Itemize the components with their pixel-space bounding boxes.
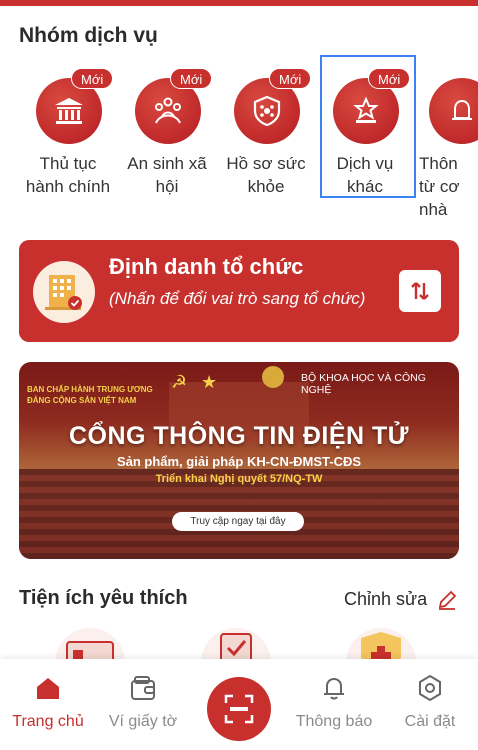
nav-home-label: Trang chủ <box>12 713 84 730</box>
edit-favorites-link[interactable]: Chỉnh sửa <box>344 589 427 610</box>
wallet-icon <box>131 676 155 700</box>
service-label-line2: từ cơ <box>419 177 460 196</box>
top-strip <box>0 0 478 6</box>
new-badge: Mới <box>170 68 213 89</box>
nav-settings[interactable]: Cài đặt <box>380 673 478 731</box>
service-label-line1: Thôn <box>419 154 458 173</box>
scan-qr-button[interactable] <box>207 677 271 741</box>
nav-wallet[interactable]: Ví giấy tờ <box>93 673 193 731</box>
nav-notifications[interactable]: Thông báo <box>284 673 384 731</box>
service-label-line2: hành chính <box>25 177 111 196</box>
svg-text:☭: ☭ <box>171 372 187 393</box>
nav-wallet-label: Ví giấy tờ <box>108 713 178 730</box>
service-label-line2: khỏe <box>247 177 285 196</box>
emblem-icon <box>262 366 284 388</box>
swap-arrows-icon <box>411 282 429 300</box>
org-identity-title: Định danh tổ chức <box>109 254 304 279</box>
pencil-icon[interactable] <box>436 589 458 611</box>
portal-banner[interactable]: ☭ ★ BAN CHẤP HÀNH TRUNG ƯƠNG ĐẢNG CỘNG S… <box>19 362 459 559</box>
service-label-line3: nhà <box>419 200 448 219</box>
service-label-line1: An sinh xã <box>127 154 207 173</box>
settings-icon <box>419 674 441 702</box>
new-badge: Mới <box>71 68 114 89</box>
banner-ministry-label: BỘ KHOA HỌC VÀ CÔNG NGHỆ <box>301 372 426 396</box>
switch-role-button[interactable] <box>399 270 441 312</box>
svg-text:★: ★ <box>201 372 217 393</box>
service-label-line1: Hồ sơ sức <box>226 154 306 173</box>
org-identity-card[interactable]: Định danh tổ chức (Nhấn để đổi vai trò s… <box>19 240 459 342</box>
building-icon <box>33 261 95 323</box>
bell-icon <box>429 78 478 144</box>
banner-subtitle-2: Triển khai Nghị quyết 57/NQ-TW <box>155 473 323 485</box>
selection-highlight <box>320 55 416 198</box>
service-label-line1: Thủ tục <box>39 154 97 173</box>
banner-party-label: BAN CHẤP HÀNH TRUNG ƯƠNG ĐẢNG CỘNG SẢN V… <box>27 385 153 405</box>
nav-notifications-label: Thông báo <box>295 713 373 730</box>
banner-subtitle: Sản phẩm, giải pháp KH-CN-ĐMST-CĐS <box>116 454 362 469</box>
org-identity-subtitle: (Nhấn để đổi vai trò sang tổ chức) <box>109 289 366 308</box>
new-badge: Mới <box>269 68 312 89</box>
favorites-title: Tiện ích yêu thích <box>19 587 188 609</box>
bell-icon <box>324 677 344 700</box>
service-group-title: Nhóm dịch vụ <box>19 24 158 47</box>
banner-title: CỔNG THÔNG TIN ĐIỆN TỬ <box>68 422 410 450</box>
home-icon <box>37 678 59 699</box>
banner-cta-button[interactable]: Truy cập ngay tại đây <box>172 512 304 531</box>
scan-icon <box>224 694 254 724</box>
nav-settings-label: Cài đặt <box>404 713 456 730</box>
service-label-line2: hội <box>155 177 179 196</box>
party-flag-icon: ☭ ★ <box>171 372 217 393</box>
nav-home[interactable]: Trang chủ <box>0 673 98 731</box>
